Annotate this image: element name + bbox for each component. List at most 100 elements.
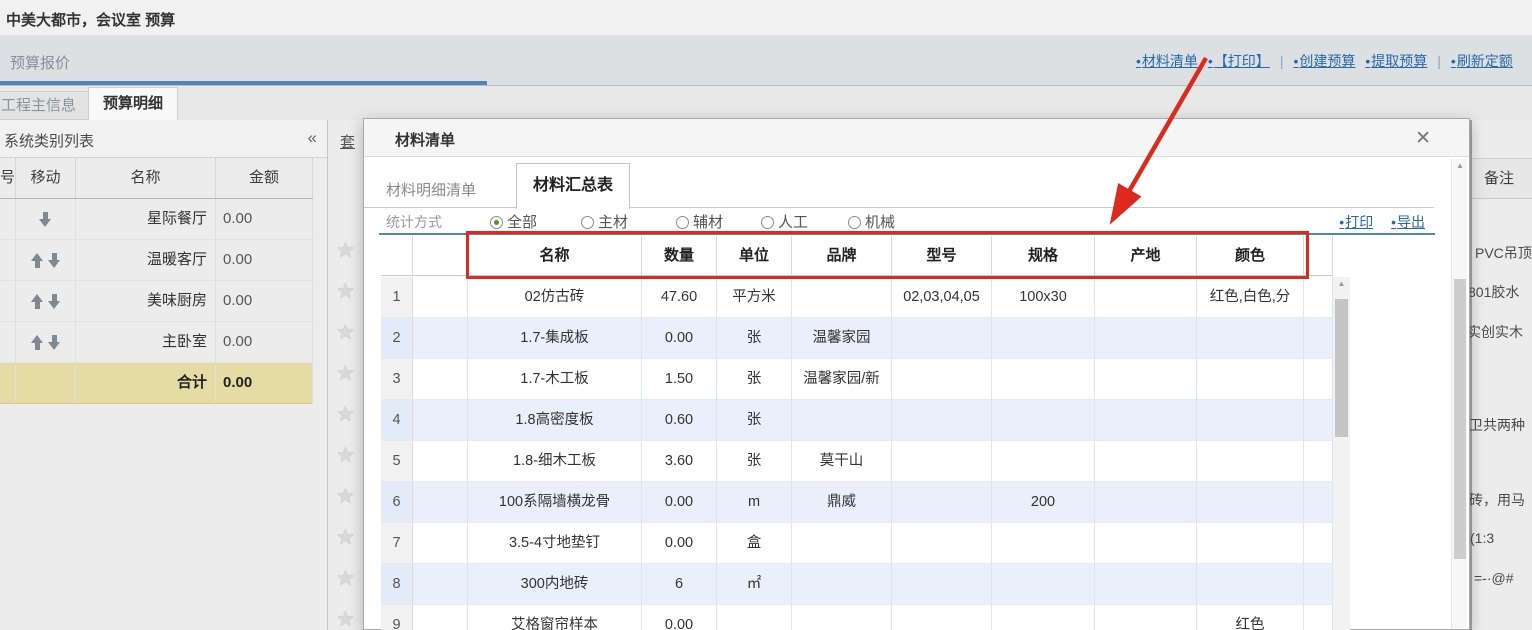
- filler-cell: [1304, 318, 1333, 359]
- name-cell: 3.5-4寸地垫钉: [468, 523, 642, 564]
- star-icon[interactable]: ★: [336, 526, 360, 550]
- category-row[interactable]: 温暖客厅0.00: [0, 240, 313, 281]
- origin-cell: [1095, 318, 1197, 359]
- scroll-up-icon[interactable]: ▲: [1452, 161, 1468, 175]
- move-down-icon[interactable]: [39, 212, 52, 227]
- model-cell: [892, 605, 992, 630]
- model-cell: [892, 523, 992, 564]
- toolbar-link[interactable]: 【打印】: [1208, 53, 1270, 69]
- move-down-icon[interactable]: [48, 253, 61, 268]
- row-number-cell: 7: [381, 523, 413, 564]
- tab-material-summary[interactable]: 材料汇总表: [516, 163, 630, 209]
- star-icon[interactable]: ★: [336, 485, 360, 509]
- model-cell: [892, 318, 992, 359]
- table-row[interactable]: 9艾格窗帘样本0.00红色: [381, 605, 1333, 630]
- close-icon[interactable]: ✕: [1415, 127, 1431, 150]
- table-vertical-scrollbar[interactable]: ▲: [1333, 277, 1350, 630]
- export-link[interactable]: 导出: [1391, 214, 1425, 230]
- print-link[interactable]: 打印: [1339, 214, 1373, 230]
- column-header-index: 号: [0, 158, 16, 198]
- blank-cell: [413, 359, 468, 400]
- collapse-icon[interactable]: «: [308, 128, 317, 148]
- category-amount: 0.00: [216, 281, 313, 321]
- star-icon[interactable]: ★: [336, 567, 360, 591]
- table-row[interactable]: 31.7-木工板1.50张温馨家园/新: [381, 359, 1333, 400]
- filler-cell: [1304, 277, 1333, 318]
- radio-option-辅材[interactable]: 辅材: [676, 211, 723, 232]
- table-row[interactable]: 21.7-集成板0.00张温馨家园: [381, 318, 1333, 359]
- table-row[interactable]: 8300内地砖6㎡: [381, 564, 1333, 605]
- toolbar-link[interactable]: 创建预算: [1293, 53, 1355, 69]
- tab-material-detail-list[interactable]: 材料明细清单: [386, 179, 476, 200]
- spec-cell: 100x30: [992, 277, 1095, 318]
- dialog-vertical-scrollbar[interactable]: ▲: [1451, 159, 1467, 629]
- radio-option-人工[interactable]: 人工: [761, 211, 808, 232]
- column-header-move: 移动: [16, 158, 76, 198]
- table-row[interactable]: 51.8-细木工板3.60张莫干山: [381, 441, 1333, 482]
- star-icon[interactable]: ★: [336, 403, 360, 427]
- blank-cell: [413, 400, 468, 441]
- scroll-up-icon[interactable]: ▲: [1333, 279, 1350, 293]
- main-tab-0[interactable]: 工程主信息: [0, 91, 91, 120]
- star-icon[interactable]: ★: [336, 239, 360, 263]
- star-icon[interactable]: ★: [336, 321, 360, 345]
- brand-cell: 鼎威: [792, 482, 892, 523]
- category-row[interactable]: 主卧室0.00: [0, 322, 313, 363]
- category-row[interactable]: 美味厨房0.00: [0, 281, 313, 322]
- name-cell: 100系隔墙横龙骨: [468, 482, 642, 523]
- origin-cell: [1095, 277, 1197, 318]
- active-section-underline: [0, 81, 487, 85]
- blank-cell: [413, 564, 468, 605]
- name-cell: 1.8-细木工板: [468, 441, 642, 482]
- brand-cell: 温馨家园/新: [792, 359, 892, 400]
- scrollbar-thumb[interactable]: [1454, 279, 1466, 559]
- spec-cell: [992, 564, 1095, 605]
- table-row[interactable]: 102仿古砖47.60平方米02,03,04,05100x30红色,白色,分: [381, 277, 1333, 318]
- move-cell: [16, 240, 76, 280]
- app-window: { "window": { "title": "中美大都市，会议室 预算" },…: [0, 0, 1532, 630]
- star-icon[interactable]: ★: [336, 444, 360, 468]
- move-down-icon[interactable]: [48, 294, 61, 309]
- radio-option-机械[interactable]: 机械: [848, 211, 895, 232]
- category-row[interactable]: 星际餐厅0.00: [0, 199, 313, 240]
- column-header-name: 名称: [76, 158, 216, 198]
- origin-cell: [1095, 400, 1197, 441]
- toolbar-link[interactable]: 提取预算: [1365, 53, 1427, 69]
- favorites-header[interactable]: 套: [340, 131, 355, 152]
- row-index-cell: [0, 240, 16, 280]
- origin-cell: [1095, 523, 1197, 564]
- model-cell: 02,03,04,05: [892, 277, 992, 318]
- spec-cell: [992, 400, 1095, 441]
- scrollbar-thumb[interactable]: [1335, 299, 1348, 437]
- table-row[interactable]: 73.5-4寸地垫钉0.00盒: [381, 523, 1333, 564]
- toolbar-links: 材料清单【打印】|创建预算提取预算|刷新定额: [1136, 51, 1523, 71]
- divider: |: [1280, 53, 1284, 69]
- move-up-icon[interactable]: [31, 253, 44, 268]
- move-down-icon[interactable]: [48, 335, 61, 350]
- name-cell: 艾格窗帘样本: [468, 605, 642, 630]
- note-text: 砖，用马: [1469, 490, 1525, 510]
- filler-cell: [1304, 605, 1333, 630]
- category-name: 美味厨房: [76, 281, 216, 321]
- star-icon[interactable]: ★: [336, 362, 360, 386]
- blank-cell: [413, 482, 468, 523]
- page-title: 预算报价: [10, 52, 70, 73]
- radio-option-主材[interactable]: 主材: [581, 211, 628, 232]
- toolbar-link[interactable]: 刷新定额: [1451, 53, 1513, 69]
- star-icon[interactable]: ★: [336, 608, 360, 630]
- unit-cell: 张: [717, 359, 792, 400]
- move-up-icon[interactable]: [31, 335, 44, 350]
- spec-cell: [992, 441, 1095, 482]
- origin-cell: [1095, 359, 1197, 400]
- table-row[interactable]: 6100系隔墙横龙骨0.00m鼎威200: [381, 482, 1333, 523]
- unit-cell: 张: [717, 400, 792, 441]
- toolbar-link[interactable]: 材料清单: [1136, 53, 1198, 69]
- table-column-header: 规格: [992, 236, 1095, 275]
- main-tab-1[interactable]: 预算明细: [88, 87, 178, 120]
- note-text: 卫共两种: [1469, 415, 1525, 435]
- star-icon[interactable]: ★: [336, 280, 360, 304]
- radio-option-全部[interactable]: 全部: [490, 211, 537, 232]
- color-cell: [1197, 400, 1304, 441]
- table-row[interactable]: 41.8高密度板0.60张: [381, 400, 1333, 441]
- move-up-icon[interactable]: [31, 294, 44, 309]
